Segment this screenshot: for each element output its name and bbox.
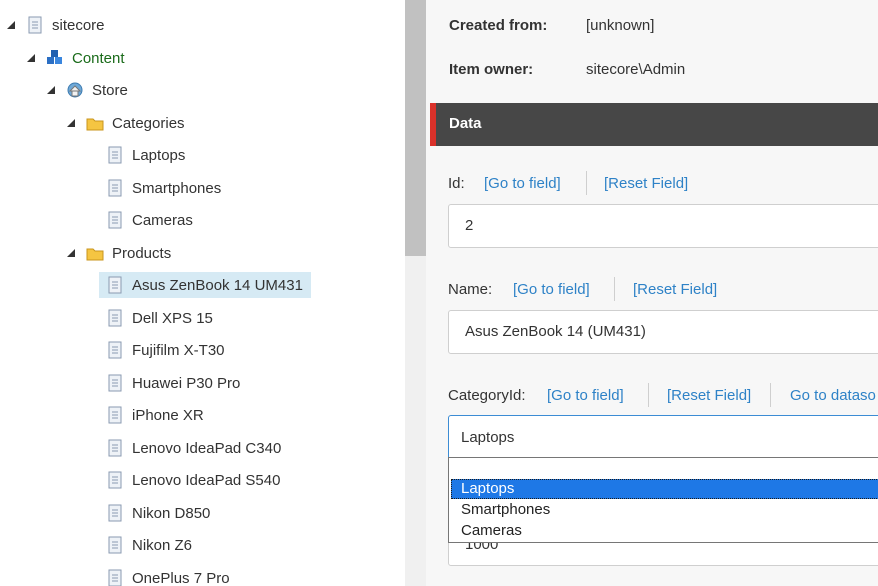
tree-node-categories[interactable]: Categories bbox=[66, 110, 185, 136]
tree-node-category[interactable]: Laptops bbox=[106, 142, 185, 168]
collapse-arrow-icon[interactable] bbox=[66, 118, 76, 128]
tree-node-label: Categories bbox=[112, 114, 185, 132]
tree-node-category[interactable]: Smartphones bbox=[106, 175, 221, 201]
dropdown-option-smartphones[interactable]: Smartphones bbox=[451, 500, 878, 520]
id-input[interactable]: 2 bbox=[448, 204, 878, 248]
content-cubes-icon bbox=[46, 49, 64, 67]
category-select[interactable]: Laptops bbox=[448, 415, 878, 461]
tree-node-label: Smartphones bbox=[132, 179, 222, 197]
item-editor: Created from: [unknown] Item owner: site… bbox=[426, 0, 878, 586]
content-tree: sitecore Content Store Categories Laptop… bbox=[0, 0, 405, 586]
link-separator bbox=[770, 383, 771, 407]
id-go-to-field-link[interactable]: [Go to field] bbox=[484, 175, 561, 192]
item-owner-label: Item owner: bbox=[449, 61, 534, 78]
tree-node-label: Cameras bbox=[132, 211, 193, 229]
category-go-to-field-link[interactable]: [Go to field] bbox=[547, 387, 624, 404]
tree-node-product[interactable]: Nikon Z6 bbox=[106, 532, 192, 558]
category-dropdown-list: Laptops Smartphones Cameras bbox=[448, 457, 878, 543]
document-icon bbox=[26, 16, 44, 34]
tree-node-product[interactable]: Fujifilm X-T30 bbox=[106, 337, 225, 363]
tree-node-product[interactable]: Lenovo IdeaPad C340 bbox=[106, 435, 281, 461]
tree-node-label: Huawei P30 Pro bbox=[132, 374, 241, 392]
document-icon bbox=[106, 439, 124, 457]
tree-node-label: Store bbox=[92, 81, 128, 99]
tree-node-label: Products bbox=[112, 244, 172, 262]
section-header-data[interactable]: Data bbox=[430, 103, 878, 146]
tree-node-label: Lenovo IdeaPad S540 bbox=[132, 471, 281, 489]
tree-node-label: Nikon D850 bbox=[132, 504, 211, 522]
link-separator bbox=[648, 383, 649, 407]
tree-node-product[interactable]: Nikon D850 bbox=[106, 500, 210, 526]
tree-scrollbar[interactable] bbox=[405, 0, 426, 586]
home-globe-icon bbox=[66, 81, 84, 99]
document-icon bbox=[106, 211, 124, 229]
tree-node-label: Fujifilm X-T30 bbox=[132, 341, 225, 359]
tree-node-label: Asus ZenBook 14 UM431 bbox=[132, 276, 303, 294]
tree-node-product[interactable]: Huawei P30 Pro bbox=[106, 370, 240, 396]
tree-node-product[interactable]: Lenovo IdeaPad S540 bbox=[106, 467, 280, 493]
document-icon bbox=[106, 146, 124, 164]
tree-node-products[interactable]: Products bbox=[66, 240, 171, 266]
link-separator bbox=[614, 277, 615, 301]
folder-icon bbox=[86, 114, 104, 132]
document-icon bbox=[106, 341, 124, 359]
tree-node-label: Lenovo IdeaPad C340 bbox=[132, 439, 282, 457]
tree-node-content[interactable]: Content bbox=[26, 45, 125, 71]
link-separator bbox=[586, 171, 587, 195]
collapse-arrow-icon[interactable] bbox=[6, 20, 16, 30]
document-icon bbox=[106, 569, 124, 586]
document-icon bbox=[106, 309, 124, 327]
dropdown-option-cameras[interactable]: Cameras bbox=[451, 521, 878, 541]
item-owner-value: sitecore\Admin bbox=[586, 61, 686, 78]
document-icon bbox=[106, 536, 124, 554]
tree-node-label: Dell XPS 15 bbox=[132, 309, 213, 327]
document-icon bbox=[106, 374, 124, 392]
document-icon bbox=[106, 471, 124, 489]
tree-node-product-selected[interactable]: Asus ZenBook 14 UM431 bbox=[99, 272, 311, 298]
tree-node-label: Laptops bbox=[132, 146, 186, 164]
created-from-label: Created from: bbox=[449, 17, 548, 34]
tree-node-label: OnePlus 7 Pro bbox=[132, 569, 230, 586]
collapse-arrow-icon[interactable] bbox=[26, 53, 36, 63]
category-reset-field-link[interactable]: [Reset Field] bbox=[667, 387, 751, 404]
document-icon bbox=[106, 276, 124, 294]
tree-node-label: iPhone XR bbox=[132, 406, 204, 424]
dropdown-option-laptops[interactable]: Laptops bbox=[451, 479, 878, 499]
id-field-label: Id: bbox=[448, 175, 465, 192]
scrollbar-thumb[interactable] bbox=[405, 0, 426, 256]
tree-node-store[interactable]: Store bbox=[46, 77, 128, 103]
name-reset-field-link[interactable]: [Reset Field] bbox=[633, 281, 717, 298]
id-reset-field-link[interactable]: [Reset Field] bbox=[604, 175, 688, 192]
collapse-arrow-icon[interactable] bbox=[46, 85, 56, 95]
name-go-to-field-link[interactable]: [Go to field] bbox=[513, 281, 590, 298]
tree-node-label: Nikon Z6 bbox=[132, 536, 193, 554]
dropdown-option-empty[interactable] bbox=[451, 458, 878, 478]
tree-node-label: sitecore bbox=[52, 16, 105, 34]
tree-node-label: Content bbox=[72, 49, 125, 67]
folder-icon bbox=[86, 244, 104, 262]
document-icon bbox=[106, 406, 124, 424]
document-icon bbox=[106, 179, 124, 197]
collapse-arrow-icon[interactable] bbox=[66, 248, 76, 258]
tree-node-product[interactable]: iPhone XR bbox=[106, 402, 204, 428]
document-icon bbox=[106, 504, 124, 522]
tree-node-sitecore[interactable]: sitecore bbox=[6, 12, 105, 38]
name-field-label: Name: bbox=[448, 281, 493, 298]
tree-node-product[interactable]: Dell XPS 15 bbox=[106, 305, 213, 331]
name-input[interactable]: Asus ZenBook 14 (UM431) bbox=[448, 310, 878, 354]
tree-node-product[interactable]: OnePlus 7 Pro bbox=[106, 565, 230, 586]
categoryid-field-label: CategoryId: bbox=[448, 387, 526, 404]
section-title: Data bbox=[449, 115, 482, 132]
tree-node-category[interactable]: Cameras bbox=[106, 207, 193, 233]
created-from-value: [unknown] bbox=[586, 17, 655, 34]
category-go-to-datasource-link[interactable]: Go to dataso bbox=[790, 387, 876, 404]
